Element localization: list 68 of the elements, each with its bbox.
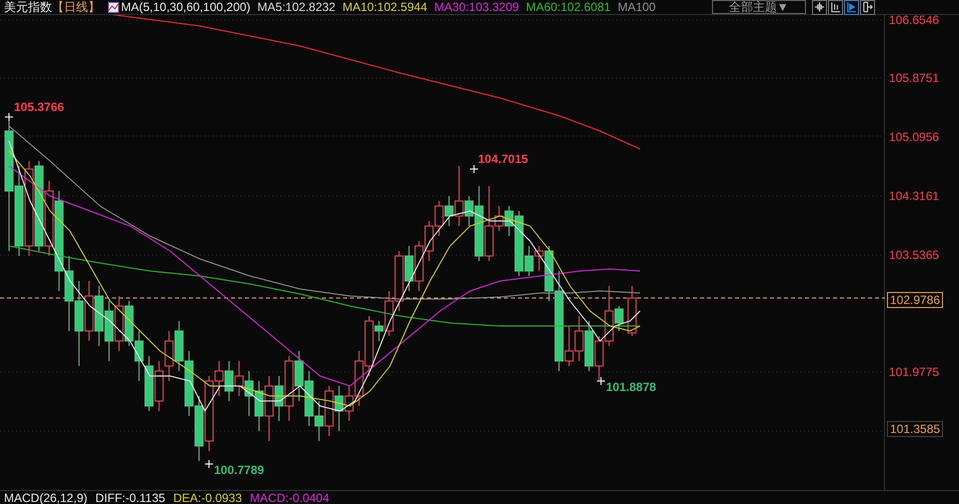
extreme-marker (4, 112, 14, 122)
price-annotation: 104.7015 (478, 153, 528, 165)
price-axis-label: 101.9775 (889, 365, 940, 379)
crosshair-icon (812, 0, 826, 14)
macd-value: DIFF:-0.1135 (95, 492, 166, 504)
candlestick (304, 370, 314, 426)
price-axis-label: 106.6546 (889, 13, 940, 27)
chart-axis-icon (828, 0, 842, 14)
moving-average-legend: MA30:103.3209 (434, 1, 519, 13)
candlestick (424, 220, 434, 262)
candlestick (134, 330, 144, 382)
period-label: 【日线】 (52, 1, 100, 13)
candlestick (404, 246, 414, 292)
candlestick (294, 350, 304, 402)
candlestick (234, 360, 244, 396)
indicator-label: MA(5,10,30,60,100,200) (121, 1, 250, 13)
price-axis-label: 103.5365 (889, 248, 940, 262)
candlestick (194, 396, 204, 462)
candlestick (434, 200, 444, 236)
toolbar-button[interactable] (828, 0, 843, 14)
candlestick (594, 336, 604, 382)
extreme-marker (204, 460, 214, 468)
candlestick (184, 350, 194, 416)
chart-line-icon (108, 2, 119, 12)
candlestick (154, 360, 164, 412)
candlestick (124, 300, 134, 346)
price-axis-label: 105.0956 (889, 130, 940, 144)
price-axis-label: 102.9786 (887, 292, 944, 308)
price-annotation: 105.3766 (14, 101, 64, 113)
candlestick (104, 300, 114, 362)
candlestick (394, 250, 404, 312)
macd-value: MACD:-0.0404 (250, 492, 330, 504)
candlestick (144, 356, 154, 412)
play-chart-icon (844, 0, 858, 14)
candlestick (244, 370, 254, 416)
candlestick (84, 280, 94, 342)
candlestick (164, 330, 174, 382)
theme-dropdown[interactable]: 全部主题▼ (712, 0, 806, 14)
candlestick (114, 296, 124, 352)
candlestick (94, 286, 104, 346)
price-axis-label: 104.3161 (889, 189, 940, 203)
extreme-marker (470, 164, 478, 174)
candlestick (574, 316, 584, 362)
candlestick (224, 360, 234, 402)
moving-average-legend: MA5:102.8232 (257, 1, 336, 13)
candlestick (628, 286, 636, 336)
candlestick (414, 240, 424, 292)
macd-value: DEA:-0.0933 (173, 492, 242, 504)
toolbar-button[interactable] (860, 0, 875, 14)
candlestick (254, 380, 264, 432)
exit-arrow-icon (860, 0, 874, 14)
candlestick (584, 320, 594, 372)
price-axis-label: 105.8751 (889, 71, 940, 85)
toolbar-button[interactable] (844, 0, 859, 14)
candlestick (334, 386, 344, 432)
moving-average-legend: MA60:102.6081 (526, 1, 611, 13)
price-annotation: 101.8878 (606, 381, 656, 393)
macd-value: MACD(26,12,9) (4, 492, 88, 504)
candlestick (314, 400, 324, 442)
candlestick (174, 320, 184, 372)
price-axis-label: 101.3585 (887, 421, 944, 437)
price-annotation: 100.7789 (214, 464, 264, 476)
extreme-marker (596, 376, 606, 386)
toolbar-button[interactable] (812, 0, 827, 14)
chart-title: 美元指数 (4, 1, 52, 13)
moving-average-legend: MA100 (618, 1, 656, 13)
moving-average-legend: MA10:102.5944 (342, 1, 428, 13)
candlestick (324, 386, 334, 436)
